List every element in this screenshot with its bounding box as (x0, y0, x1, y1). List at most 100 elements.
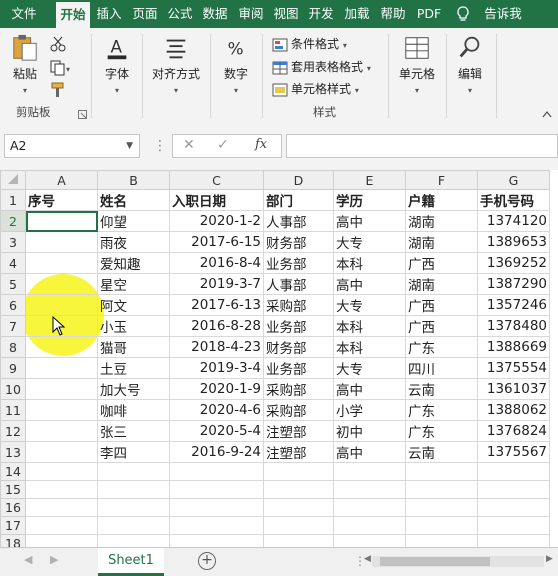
tab-insert[interactable]: 插入 (92, 0, 126, 28)
paste-button[interactable]: 粘贴 ▾ (8, 34, 42, 96)
cell[interactable]: 小学 (333, 399, 406, 421)
cell[interactable] (97, 534, 170, 547)
row-header[interactable]: 6 (0, 294, 26, 316)
cancel-icon[interactable]: ✕ (183, 137, 195, 153)
column-header[interactable]: E (333, 170, 406, 190)
add-sheet-button[interactable]: + (198, 552, 216, 570)
column-header[interactable]: C (169, 170, 264, 190)
cell[interactable]: 高中 (333, 441, 406, 463)
cell[interactable]: 仰望 (97, 210, 170, 232)
cell[interactable] (333, 480, 406, 499)
cell[interactable] (333, 462, 406, 481)
copy-icon[interactable]: ▾ (50, 60, 72, 76)
cell[interactable]: 广东 (405, 399, 478, 421)
cell[interactable]: 1388669 (477, 336, 550, 358)
cell[interactable]: 注塑部 (263, 420, 334, 442)
spreadsheet-grid[interactable]: A B C D E F G 1 序号 姓名 入职日期 部门 学历 户籍 手机号码 2 仰望 2020… (0, 170, 558, 547)
cell[interactable]: 1374120 (477, 210, 550, 232)
cell[interactable]: 大专 (333, 357, 406, 379)
cell[interactable]: 四川 (405, 357, 478, 379)
cell[interactable]: 猫哥 (97, 336, 170, 358)
cell-styles-button[interactable]: 单元格样式 ▾ (272, 79, 359, 99)
cell[interactable] (405, 516, 478, 535)
cell[interactable]: 采购部 (263, 399, 334, 421)
row-header[interactable]: 17 (0, 516, 26, 535)
cell[interactable]: 湖南 (405, 210, 478, 232)
scroll-left-arrow-icon[interactable]: ◀ (364, 554, 371, 564)
cell[interactable]: 采购部 (263, 294, 334, 316)
cell[interactable]: 姓名 (97, 189, 170, 211)
editing-button[interactable]: 编辑 ▾ (452, 34, 488, 96)
cell[interactable]: 注塑部 (263, 441, 334, 463)
row-header[interactable]: 16 (0, 498, 26, 517)
cell[interactable] (25, 420, 98, 442)
cell[interactable]: 采购部 (263, 378, 334, 400)
cell[interactable] (333, 498, 406, 517)
cell[interactable]: 财务部 (263, 336, 334, 358)
cell[interactable]: 湖南 (405, 273, 478, 295)
row-header[interactable]: 5 (0, 273, 26, 295)
cell[interactable]: 2017-6-13 (169, 294, 264, 316)
cell[interactable]: 土豆 (97, 357, 170, 379)
row-header[interactable]: 8 (0, 336, 26, 358)
cell[interactable]: 2016-9-24 (169, 441, 264, 463)
cell[interactable]: 初中 (333, 420, 406, 442)
cell[interactable] (25, 231, 98, 253)
row-header[interactable]: 11 (0, 399, 26, 421)
cell[interactable]: 1375554 (477, 357, 550, 379)
cell[interactable] (405, 498, 478, 517)
cell[interactable]: 入职日期 (169, 189, 264, 211)
cell[interactable] (97, 498, 170, 517)
cell[interactable]: 广东 (405, 336, 478, 358)
cell[interactable] (169, 462, 264, 481)
cell[interactable]: 本科 (333, 252, 406, 274)
sheet-tab[interactable]: Sheet1 (98, 548, 164, 576)
cell[interactable]: 张三 (97, 420, 170, 442)
tab-view[interactable]: 视图 (269, 0, 303, 28)
cell[interactable]: 序号 (25, 189, 98, 211)
cell[interactable] (333, 534, 406, 547)
row-header[interactable]: 3 (0, 231, 26, 253)
cell[interactable]: 广东 (405, 420, 478, 442)
cell[interactable] (25, 534, 98, 547)
column-header[interactable]: D (263, 170, 334, 190)
cell[interactable] (25, 336, 98, 358)
cell[interactable] (263, 534, 334, 547)
cell[interactable]: 湖南 (405, 231, 478, 253)
cell[interactable] (405, 462, 478, 481)
cell[interactable]: 1376824 (477, 420, 550, 442)
cell[interactable]: 2020-4-6 (169, 399, 264, 421)
row-header[interactable]: 18 (0, 534, 26, 547)
cell[interactable] (97, 516, 170, 535)
cell[interactable]: 2019-3-4 (169, 357, 264, 379)
cell[interactable] (97, 462, 170, 481)
select-all-corner[interactable] (0, 170, 26, 190)
cell[interactable]: 2018-4-23 (169, 336, 264, 358)
row-header[interactable]: 15 (0, 480, 26, 499)
cell[interactable] (477, 462, 550, 481)
scroll-right-icon[interactable]: ▶ (50, 553, 58, 566)
cell[interactable]: 1375567 (477, 441, 550, 463)
cell[interactable]: 1387290 (477, 273, 550, 295)
cell[interactable] (25, 357, 98, 379)
cell[interactable]: 2020-1-9 (169, 378, 264, 400)
cell[interactable]: 1357246 (477, 294, 550, 316)
cells-button[interactable]: 单元格 ▾ (394, 34, 440, 96)
cell[interactable] (25, 210, 98, 232)
row-header[interactable]: 7 (0, 315, 26, 337)
cell[interactable]: 2020-1-2 (169, 210, 264, 232)
scrollbar-thumb[interactable] (380, 557, 490, 566)
cell[interactable] (25, 441, 98, 463)
format-as-table-button[interactable]: 套用表格格式 ▾ (272, 57, 371, 77)
cell[interactable] (25, 480, 98, 499)
tab-pdf[interactable]: PDF (412, 0, 446, 28)
cell[interactable] (25, 498, 98, 517)
cell[interactable] (169, 516, 264, 535)
cell[interactable] (25, 252, 98, 274)
font-button[interactable]: A 字体 ▾ (98, 34, 136, 96)
cell[interactable]: 广西 (405, 252, 478, 274)
name-box[interactable]: A2 ▼ (4, 134, 140, 158)
cell[interactable]: 2019-3-7 (169, 273, 264, 295)
cell[interactable]: 广西 (405, 294, 478, 316)
scroll-left-icon[interactable]: ◀ (24, 553, 32, 566)
